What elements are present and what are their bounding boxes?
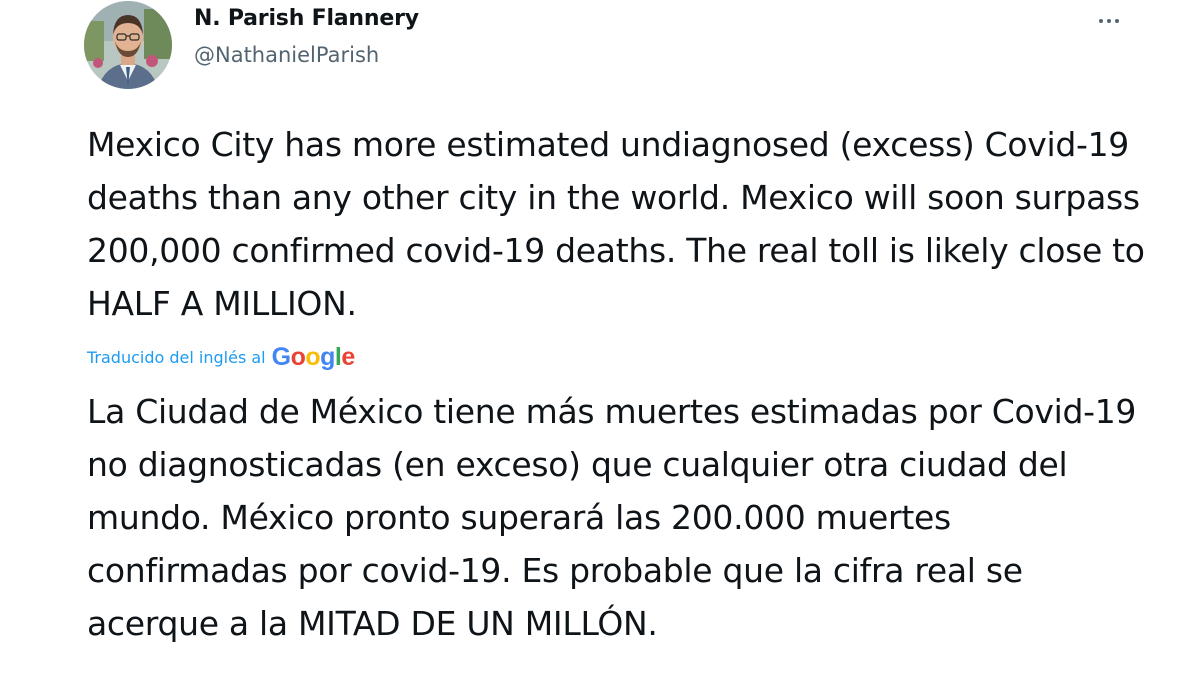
author-display-name[interactable]: N. Parish Flannery (194, 6, 419, 31)
tweet-original-text: Mexico City has more estimated undiagnos… (87, 125, 1145, 323)
google-logo-icon: Google (271, 342, 356, 371)
translation-label: Traducido del inglés al (87, 347, 266, 367)
more-options-icon[interactable] (1092, 8, 1126, 34)
translation-attribution[interactable]: Traducido del inglés al Google (87, 340, 355, 374)
author-handle[interactable]: @NathanielParish (194, 43, 379, 67)
tweet-card: N. Parish Flannery @NathanielParish Mexi… (0, 0, 1200, 675)
dot (1099, 19, 1103, 23)
dot (1107, 19, 1111, 23)
dot (1115, 19, 1119, 23)
tweet-translated-text: La Ciudad de México tiene más muertes es… (87, 392, 1137, 643)
avatar[interactable] (84, 1, 172, 89)
avatar-photo-icon (84, 1, 172, 89)
